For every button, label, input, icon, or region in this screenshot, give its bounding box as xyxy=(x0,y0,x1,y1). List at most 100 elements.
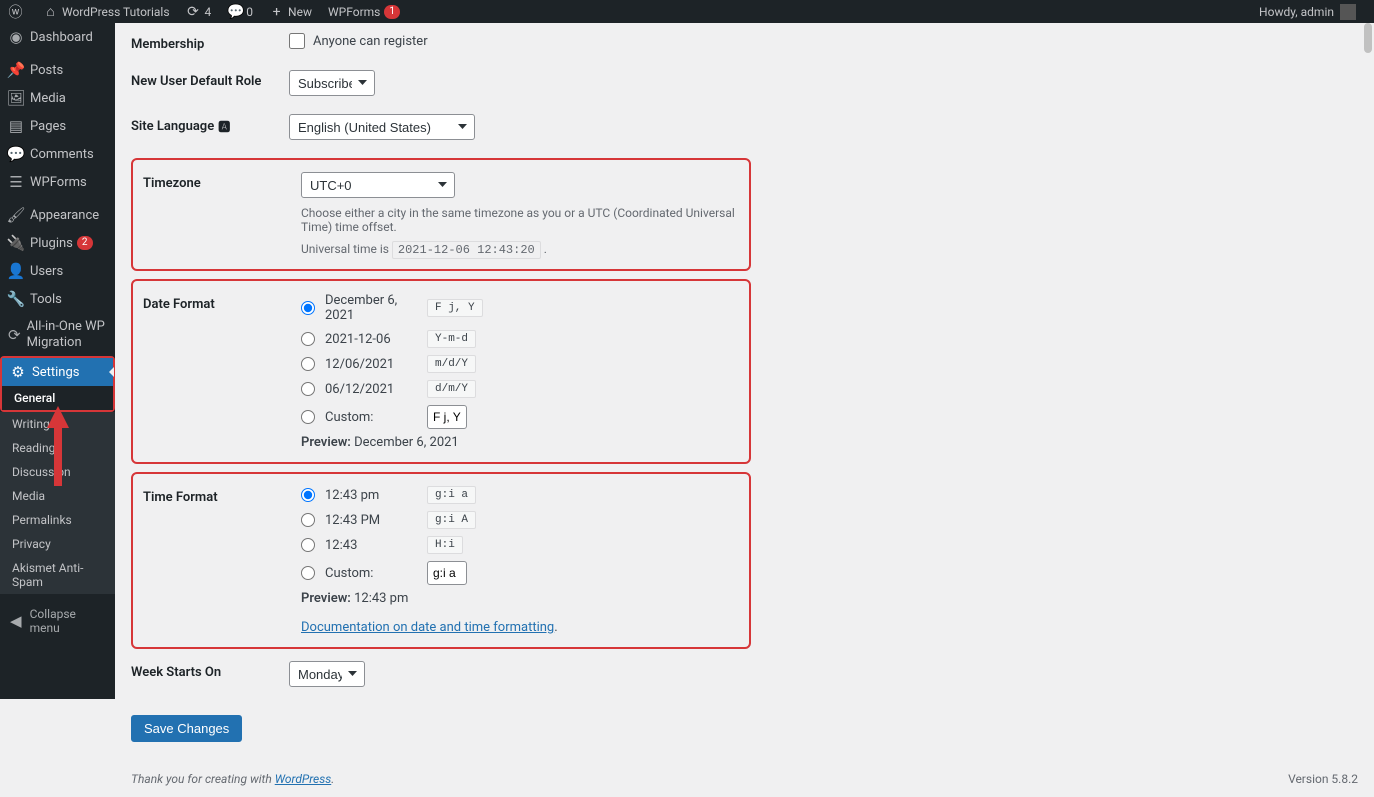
sidebar-item-users[interactable]: 👤Users xyxy=(0,257,115,285)
sidebar-item-tools[interactable]: 🔧Tools xyxy=(0,285,115,313)
new-content[interactable]: +New xyxy=(261,0,320,23)
date-time-doc-link[interactable]: Documentation on date and time formattin… xyxy=(301,620,554,635)
collapse-menu[interactable]: ◀Collapse menu xyxy=(0,599,115,643)
membership-checkbox[interactable]: Anyone can register xyxy=(289,33,1358,49)
date-radio[interactable] xyxy=(301,332,315,346)
time-code: H:i xyxy=(427,536,463,554)
comments[interactable]: 💬0 xyxy=(219,0,261,23)
site-language-label: Site Language🅰 xyxy=(131,114,289,135)
timezone-label: Timezone xyxy=(143,172,301,191)
sub-permalinks[interactable]: Permalinks xyxy=(0,508,115,532)
pin-icon: 📌 xyxy=(8,62,24,78)
page-scrollbar[interactable] xyxy=(1362,23,1374,699)
row-membership: Membership Anyone can register xyxy=(131,33,1358,52)
date-radio[interactable] xyxy=(301,301,315,315)
time-code: g:i A xyxy=(427,511,476,529)
settings-submenu: General xyxy=(2,386,113,410)
date-code: F j, Y xyxy=(427,299,483,317)
wordpress-icon: ⓦ xyxy=(8,2,23,22)
wpforms-bar[interactable]: WPForms 1 xyxy=(320,0,408,23)
time-label: 12:43 pm xyxy=(325,488,417,503)
brush-icon: 🖌 xyxy=(8,207,24,223)
date-format-label: Date Format xyxy=(143,293,301,312)
admin-bar: ⓦ ⌂ WordPress Tutorials ⟳4 💬0 +New WPForm… xyxy=(0,0,1374,23)
settings-highlight: ⚙Settings General xyxy=(0,356,115,412)
date-format-section: Date Format December 6, 2021 F j, Y 2021-1… xyxy=(131,279,751,464)
date-label: December 6, 2021 xyxy=(325,293,417,323)
date-radio[interactable] xyxy=(301,357,315,371)
sub-general[interactable]: General xyxy=(2,386,113,410)
date-label: 2021-12-06 xyxy=(325,332,417,347)
week-select[interactable]: Monday xyxy=(289,661,365,687)
sidebar-item-posts[interactable]: 📌Posts xyxy=(0,56,115,84)
sidebar-item-settings[interactable]: ⚙Settings xyxy=(2,358,113,386)
date-custom-radio[interactable] xyxy=(301,410,315,424)
timezone-select[interactable]: UTC+0 xyxy=(301,172,455,198)
row-week-starts: Week Starts On Monday xyxy=(131,661,1358,687)
universal-time-value: 2021-12-06 12:43:20 xyxy=(392,241,541,259)
site-language-select[interactable]: English (United States) xyxy=(289,114,475,140)
wp-logo[interactable]: ⓦ xyxy=(0,0,35,23)
sidebar-item-media[interactable]: 🖼Media xyxy=(0,84,115,112)
time-custom-radio[interactable] xyxy=(301,566,315,580)
sidebar-item-appearance[interactable]: 🖌Appearance xyxy=(0,201,115,229)
wpforms-badge: 1 xyxy=(384,5,400,19)
updates-count: 4 xyxy=(205,5,212,19)
date-radio[interactable] xyxy=(301,382,315,396)
migration-icon: ⟳ xyxy=(8,327,21,343)
time-custom-input[interactable] xyxy=(427,561,467,585)
date-label: 12/06/2021 xyxy=(325,357,417,372)
sidebar-item-pages[interactable]: ▤Pages xyxy=(0,112,115,140)
anyone-register-check[interactable] xyxy=(289,33,305,49)
time-radio[interactable] xyxy=(301,513,315,527)
home-icon: ⌂ xyxy=(43,3,58,20)
footer-thanks: Thank you for creating with WordPress. xyxy=(131,772,334,786)
plugins-badge: 2 xyxy=(77,236,93,250)
date-option: December 6, 2021 F j, Y xyxy=(301,293,739,323)
admin-sidebar: ◉Dashboard 📌Posts 🖼Media ▤Pages 💬Comment… xyxy=(0,23,115,699)
sub-reading[interactable]: Reading xyxy=(0,436,115,460)
time-option: 12:43 pmg:i a xyxy=(301,486,739,504)
sidebar-item-dashboard[interactable]: ◉Dashboard xyxy=(0,23,115,51)
week-label: Week Starts On xyxy=(131,661,289,680)
user-icon: 👤 xyxy=(8,263,24,279)
time-preview: Preview: 12:43 pm xyxy=(301,591,739,606)
comment-icon: 💬 xyxy=(8,146,24,162)
settings-submenu-rest: Writing Reading Discussion Media Permali… xyxy=(0,412,115,594)
timezone-desc: Choose either a city in the same timezon… xyxy=(301,206,739,234)
sub-akismet[interactable]: Akismet Anti-Spam xyxy=(0,556,115,594)
time-radio[interactable] xyxy=(301,488,315,502)
sidebar-item-plugins[interactable]: 🔌Plugins2 xyxy=(0,229,115,257)
date-option: 06/12/2021d/m/Y xyxy=(301,380,739,398)
row-default-role: New User Default Role Subscriber xyxy=(131,70,1358,96)
site-name[interactable]: ⌂ WordPress Tutorials xyxy=(35,0,178,23)
date-custom-input[interactable] xyxy=(427,405,467,429)
default-role-select[interactable]: Subscriber xyxy=(289,70,375,96)
wpforms-label: WPForms xyxy=(328,5,380,19)
plus-icon: + xyxy=(269,4,284,20)
date-option: 2021-12-06Y-m-d xyxy=(301,330,739,348)
updates[interactable]: ⟳4 xyxy=(178,0,220,23)
site-title: WordPress Tutorials xyxy=(62,5,170,19)
time-radio[interactable] xyxy=(301,538,315,552)
sidebar-item-comments[interactable]: 💬Comments xyxy=(0,140,115,168)
sub-privacy[interactable]: Privacy xyxy=(0,532,115,556)
sidebar-item-migration[interactable]: ⟳All-in-One WP Migration xyxy=(0,313,115,356)
date-option: 12/06/2021m/d/Y xyxy=(301,355,739,373)
sub-discussion[interactable]: Discussion xyxy=(0,460,115,484)
account[interactable]: Howdy, admin xyxy=(1251,0,1364,23)
wordpress-link[interactable]: WordPress xyxy=(275,772,332,786)
sidebar-item-wpforms[interactable]: ☰WPForms xyxy=(0,168,115,196)
howdy-text: Howdy, admin xyxy=(1259,5,1334,19)
time-format-section: Time Format 12:43 pmg:i a12:43 PMg:i A12… xyxy=(131,472,751,649)
time-label: 12:43 PM xyxy=(325,513,417,528)
plug-icon: 🔌 xyxy=(8,235,24,251)
row-site-language: Site Language🅰 English (United States) xyxy=(131,114,1358,140)
comment-icon: 💬 xyxy=(227,4,242,20)
sub-media[interactable]: Media xyxy=(0,484,115,508)
sub-writing[interactable]: Writing xyxy=(0,412,115,436)
save-button[interactable]: Save Changes xyxy=(131,715,242,742)
membership-label: Membership xyxy=(131,33,289,52)
default-role-label: New User Default Role xyxy=(131,70,289,89)
media-icon: 🖼 xyxy=(8,90,24,106)
